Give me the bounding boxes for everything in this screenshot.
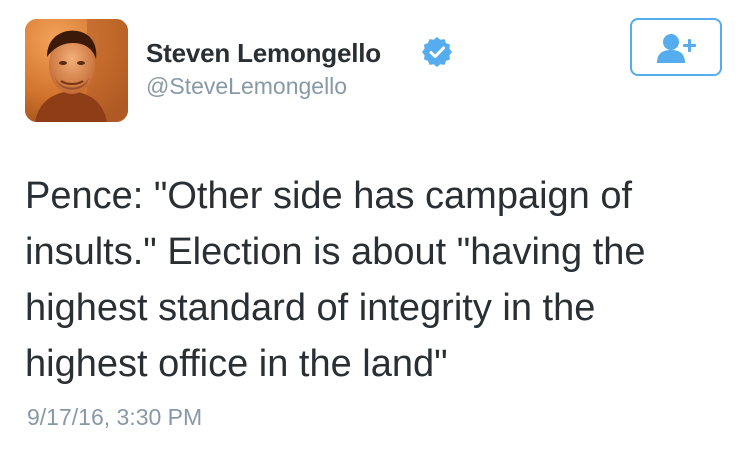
tweet-text-line: highest office in the land" <box>25 343 448 385</box>
tweet-text-line: Pence: "Other side has campaign of <box>25 175 633 217</box>
tweet-text-line: insults." Election is about "having the <box>25 231 646 273</box>
verified-badge-icon <box>422 37 452 67</box>
tweet-timestamp[interactable]: 9/17/16, 3:30 PM <box>27 404 202 431</box>
tweet-card: Steven Lemongello @SteveLemongello Pence… <box>0 0 750 462</box>
tweet-text: Pence: "Other side has campaign of insul… <box>25 168 715 392</box>
avatar-image <box>25 19 128 122</box>
avatar[interactable] <box>25 19 128 122</box>
author-handle[interactable]: @SteveLemongello <box>146 73 347 100</box>
tweet-text-line: highest standard of integrity in the <box>25 287 596 329</box>
author-display-name[interactable]: Steven Lemongello <box>146 38 381 69</box>
follow-user-icon <box>657 34 696 63</box>
follow-button[interactable] <box>630 18 722 76</box>
